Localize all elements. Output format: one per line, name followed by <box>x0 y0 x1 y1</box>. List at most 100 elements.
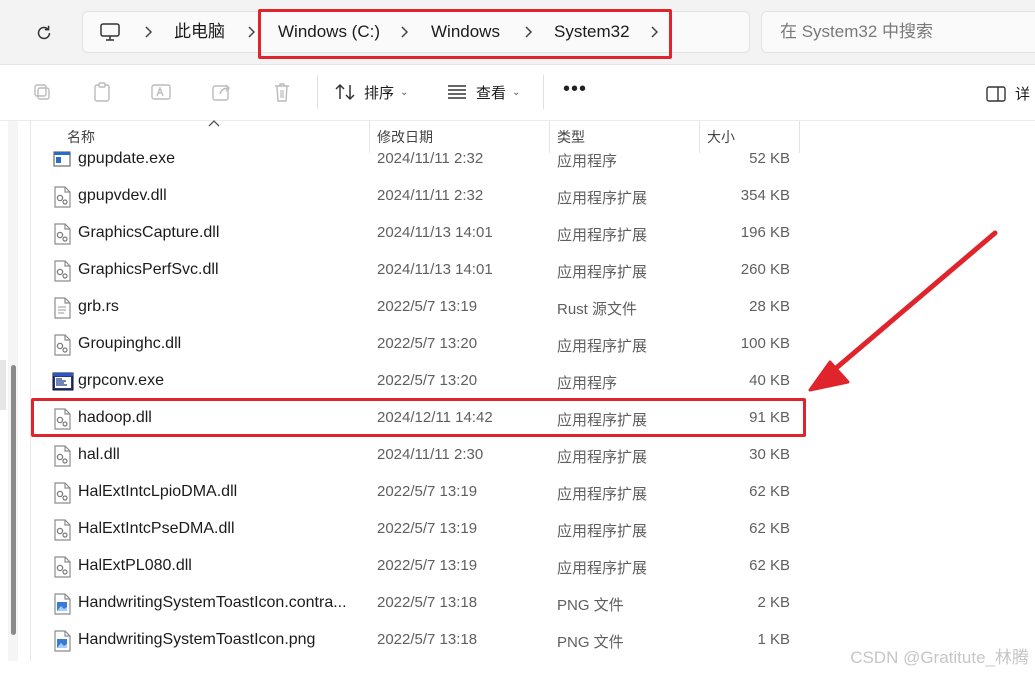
file-modified-date: 2022/5/7 13:20 <box>377 335 478 352</box>
file-type: 应用程序 <box>557 153 618 170</box>
file-row[interactable]: Groupinghc.dll 2022/5/7 13:20 应用程序扩展 100 KB <box>36 326 800 363</box>
file-modified-date: 2024/11/11 2:30 <box>377 446 484 463</box>
file-row[interactable]: HalExtIntcLpioDMA.dll 2022/5/7 13:19 应用程序扩… <box>36 474 800 511</box>
file-row[interactable]: GraphicsPerfSvc.dll 2024/11/13 14:01 应用程序扩… <box>36 252 800 289</box>
dll-icon <box>52 223 72 245</box>
file-modified-date: 2024/11/13 14:01 <box>377 261 493 278</box>
sort-icon <box>335 83 355 101</box>
view-list-icon <box>448 85 466 99</box>
file-row[interactable]: grpconv.exe 2022/5/7 13:20 应用程序 40 KB <box>36 363 800 400</box>
file-row[interactable]: HandwritingSystemToastIcon.contra... 2022… <box>36 585 800 622</box>
file-size: 196 KB <box>740 224 790 241</box>
file-size: 62 KB <box>749 557 790 574</box>
file-type: 应用程序扩展 <box>557 486 648 503</box>
file-size: 1 KB <box>757 631 790 648</box>
copy-icon <box>34 84 50 100</box>
chevron-right-icon[interactable] <box>143 25 153 39</box>
file-row[interactable]: gpupvdev.dll 2024/11/11 2:32 应用程序扩展 354 KB <box>36 178 800 215</box>
file-modified-date: 2022/5/7 13:19 <box>377 557 478 574</box>
delete-button[interactable] <box>271 81 293 103</box>
rename-button[interactable] <box>150 81 172 103</box>
file-name: gpupdate.exe <box>78 150 175 167</box>
nav-pane-scrollbar-thumb[interactable] <box>11 365 16 635</box>
file-name: GraphicsCapture.dll <box>78 224 220 241</box>
pane-divider[interactable] <box>30 121 31 661</box>
chevron-down-icon: ⌄ <box>512 86 521 98</box>
file-size: 260 KB <box>740 261 790 278</box>
file-name: Groupinghc.dll <box>78 335 182 352</box>
chevron-right-icon[interactable] <box>246 25 256 39</box>
file-modified-date: 2022/5/7 13:18 <box>377 631 478 648</box>
file-size: 28 KB <box>749 298 790 315</box>
more-options-button[interactable]: ••• <box>563 79 587 99</box>
file-size: 62 KB <box>749 483 790 500</box>
file-row[interactable]: grb.rs 2022/5/7 13:19 Rust 源文件 28 KB <box>36 289 800 326</box>
file-type: PNG 文件 <box>557 634 624 651</box>
file-size: 30 KB <box>749 446 790 463</box>
file-type: 应用程序扩展 <box>557 264 648 281</box>
file-name: HalExtIntcLpioDMA.dll <box>78 483 238 500</box>
dll-icon <box>52 482 72 504</box>
file-size: 52 KB <box>749 150 790 167</box>
sort-button[interactable]: 排序 ⌄ <box>334 79 408 105</box>
details-pane-icon <box>986 85 1006 102</box>
breadcrumb-this-pc[interactable]: 此电脑 <box>174 22 225 42</box>
details-label: 详 <box>1015 86 1031 103</box>
file-type: 应用程序扩展 <box>557 190 648 207</box>
file-row[interactable]: HandwritingSystemToastIcon.png 2022/5/7 1… <box>36 622 800 659</box>
paste-button[interactable] <box>91 81 113 103</box>
file-row[interactable]: HalExtIntcPseDMA.dll 2022/5/7 13:19 应用程序扩展… <box>36 511 800 548</box>
annotation-row-highlight <box>31 398 806 437</box>
file-type: Rust 源文件 <box>557 301 638 318</box>
file-name: grpconv.exe <box>78 372 164 389</box>
file-type: 应用程序扩展 <box>557 227 648 244</box>
clipboard-icon <box>94 82 110 102</box>
share-button[interactable] <box>211 81 233 103</box>
annotation-breadcrumb-highlight <box>258 9 672 59</box>
search-input[interactable] <box>778 20 1032 44</box>
file-name: HalExtIntcPseDMA.dll <box>78 520 235 537</box>
share-icon <box>212 84 230 101</box>
file-type: 应用程序扩展 <box>557 523 648 540</box>
copy-button[interactable] <box>31 81 53 103</box>
annotation-arrow <box>808 230 998 392</box>
file-row[interactable]: gpupdate.exe 2024/11/11 2:32 应用程序 52 KB <box>36 141 800 178</box>
rename-icon <box>151 84 171 100</box>
file-row[interactable]: HalExtPL080.dll 2022/5/7 13:19 应用程序扩展 62 KB <box>36 548 800 585</box>
details-pane-button[interactable]: 详 <box>985 83 1030 104</box>
dll-icon <box>52 556 72 578</box>
sort-ascending-icon <box>208 120 220 127</box>
file-size: 62 KB <box>749 520 790 537</box>
file-modified-date: 2022/5/7 13:20 <box>377 372 478 389</box>
file-name: HalExtPL080.dll <box>78 557 192 574</box>
file-modified-date: 2024/11/11 2:32 <box>377 187 484 204</box>
dll-icon <box>52 519 72 541</box>
file-row[interactable]: GraphicsCapture.dll 2024/11/13 14:01 应用程序扩… <box>36 215 800 252</box>
toolbar-separator <box>317 75 318 109</box>
file-modified-date: 2022/5/7 13:19 <box>377 298 478 315</box>
chevron-down-icon: ⌄ <box>400 86 409 98</box>
file-type: 应用程序扩展 <box>557 449 648 466</box>
file-type: 应用程序扩展 <box>557 560 648 577</box>
file-name: HandwritingSystemToastIcon.contra... <box>78 594 347 611</box>
dll-icon <box>52 260 72 282</box>
refresh-button[interactable] <box>30 20 58 46</box>
nav-pane-edge <box>0 360 6 410</box>
file-size: 2 KB <box>757 594 790 611</box>
file-row[interactable]: hal.dll 2024/11/11 2:30 应用程序扩展 30 KB <box>36 437 800 474</box>
dll-icon <box>52 186 72 208</box>
file-name: gpupvdev.dll <box>78 187 167 204</box>
file-type: 应用程序扩展 <box>557 338 648 355</box>
file-name: GraphicsPerfSvc.dll <box>78 261 219 278</box>
file-type: 应用程序 <box>557 375 618 392</box>
dll-icon <box>52 445 72 467</box>
command-bar: 排序 ⌄ 查看 ⌄ ••• 详 <box>0 65 1035 121</box>
image-file-icon <box>52 593 72 615</box>
file-modified-date: 2024/11/13 14:01 <box>377 224 493 241</box>
file-size: 100 KB <box>740 335 790 352</box>
file-modified-date: 2024/11/11 2:32 <box>377 150 484 167</box>
search-box[interactable] <box>761 11 1035 53</box>
view-button[interactable]: 查看 ⌄ <box>446 79 520 105</box>
file-size: 354 KB <box>740 187 790 204</box>
computer-icon[interactable] <box>99 22 121 42</box>
